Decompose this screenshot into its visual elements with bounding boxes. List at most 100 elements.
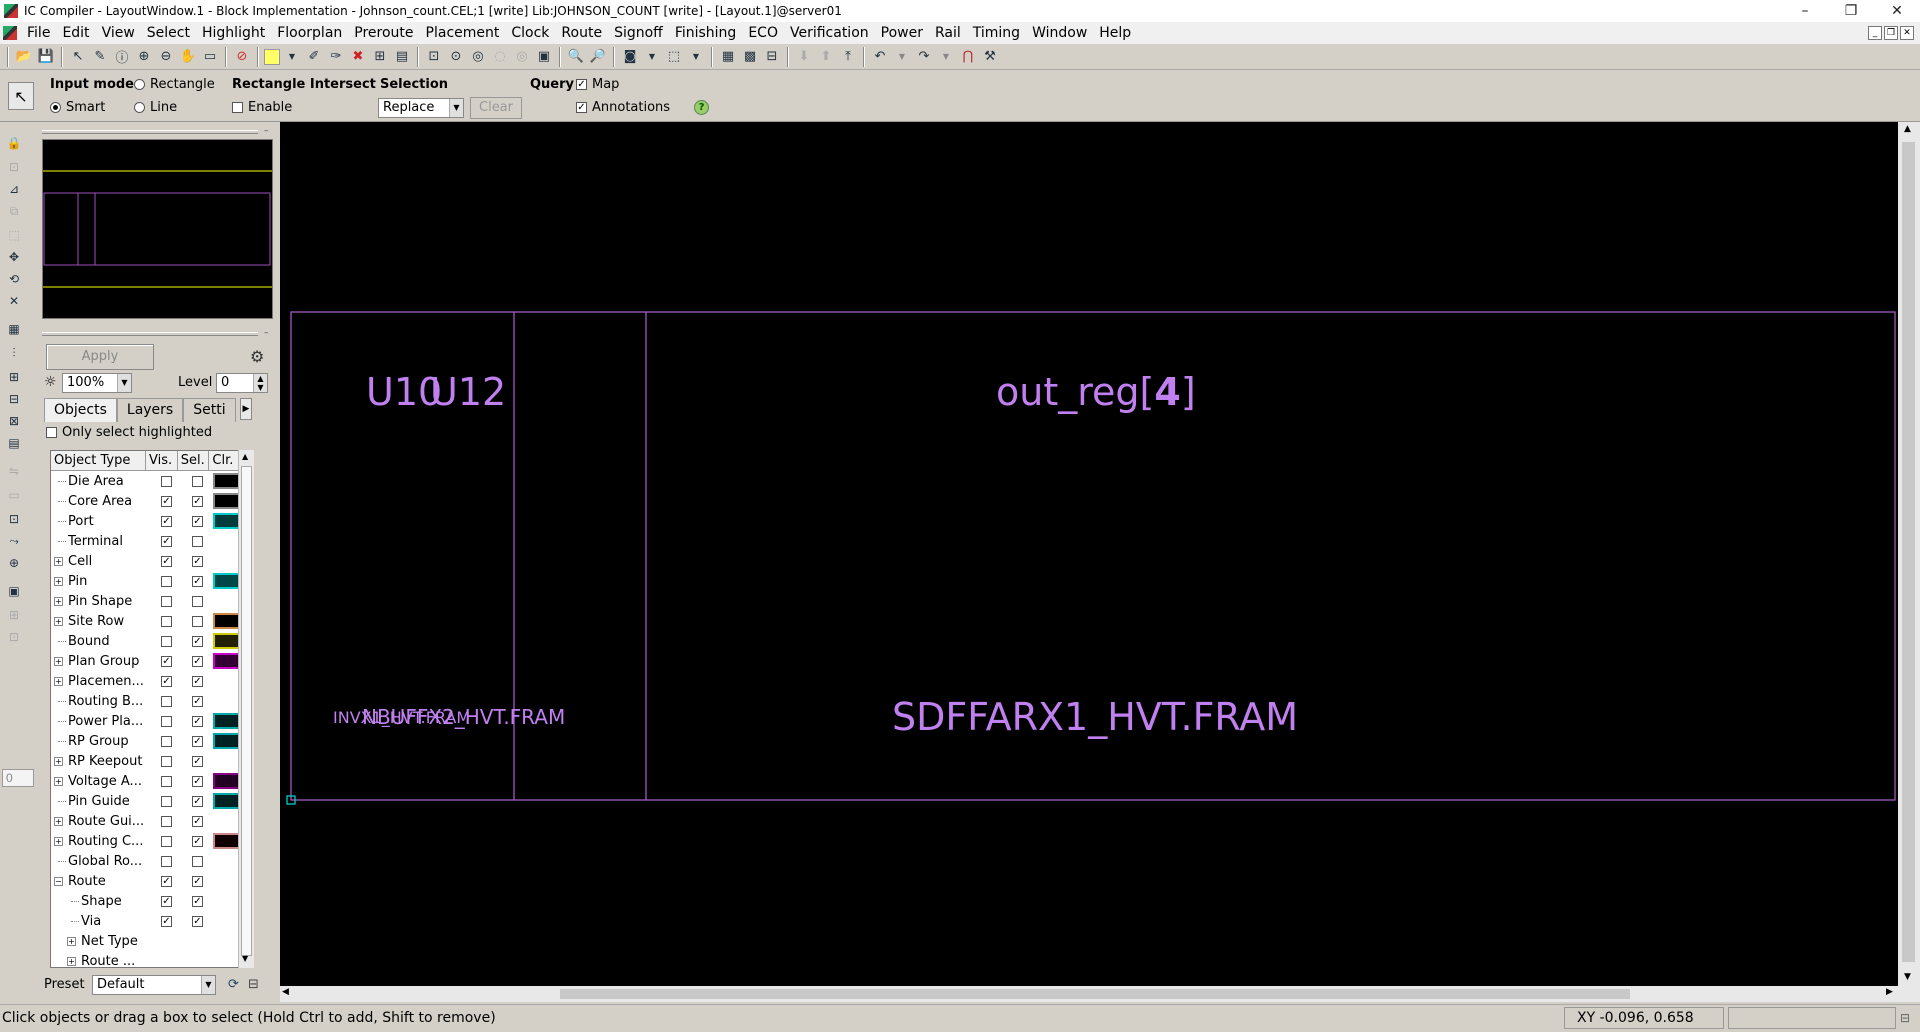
selectable-checkbox[interactable]: ✓ — [192, 655, 203, 667]
visibility-checkbox[interactable] — [161, 715, 172, 727]
expand-toggle-icon[interactable]: + — [54, 576, 63, 586]
menu-placement[interactable]: Placement — [420, 25, 506, 41]
mdi-restore-icon[interactable]: ❐ — [1884, 26, 1898, 40]
table-row[interactable]: + Cell ✓ ✓ — [51, 551, 249, 571]
preset-menu-icon[interactable]: ⊟ — [248, 977, 259, 992]
pattern-icon[interactable]: ▣ — [5, 584, 23, 602]
help-icon[interactable]: ? — [694, 100, 709, 115]
mdi-close-icon[interactable]: ✕ — [1900, 26, 1914, 40]
visibility-checkbox[interactable] — [161, 855, 172, 867]
expand-toggle-icon[interactable]: + — [54, 656, 63, 666]
table-row[interactable]: Global Ro... — [51, 851, 249, 871]
clear-button[interactable]: Clear — [470, 97, 522, 119]
visibility-checkbox[interactable]: ✓ — [161, 655, 172, 667]
status-resize-icon[interactable]: ⊟ — [1900, 1011, 1910, 1025]
table-row[interactable]: Power Pla... ✓ — [51, 711, 249, 731]
menu-edit[interactable]: Edit — [56, 25, 95, 41]
visibility-checkbox[interactable] — [161, 575, 172, 587]
view-dropdown-icon[interactable]: ▼ — [642, 47, 662, 67]
visibility-checkbox[interactable] — [161, 475, 172, 487]
canvas-vertical-scrollbar[interactable]: ▲ ▼ — [1898, 122, 1920, 986]
visibility-checkbox[interactable]: ✓ — [161, 535, 172, 547]
menu-select[interactable]: Select — [141, 25, 196, 41]
text-icon[interactable]: ⊞ — [5, 608, 23, 626]
highlight-color-icon[interactable] — [264, 48, 280, 65]
visibility-checkbox[interactable] — [161, 795, 172, 807]
table-row[interactable]: Shape ✓ ✓ — [51, 891, 249, 911]
visibility-checkbox[interactable] — [161, 735, 172, 747]
selectable-checkbox[interactable]: ✓ — [192, 715, 203, 727]
measure-icon[interactable]: ⊡ — [5, 630, 23, 648]
selectable-checkbox[interactable]: ✓ — [192, 895, 203, 907]
selectable-checkbox[interactable]: ✓ — [192, 835, 203, 847]
visibility-checkbox[interactable]: ✓ — [161, 495, 172, 507]
zoom-area-icon[interactable]: ▣ — [534, 47, 554, 67]
magnify-icon[interactable]: 🔍 — [566, 47, 586, 67]
mdi-minimize-icon[interactable]: _ — [1868, 26, 1882, 40]
select-tool-icon[interactable]: ⊿ — [5, 182, 23, 200]
table-row[interactable]: + Route Gui... ✓ — [51, 811, 249, 831]
layout-canvas[interactable]: U10 U12 out_reg[4] INVX1_HVT.FRAM NBUFFX… — [280, 122, 1898, 986]
visibility-checkbox[interactable]: ✓ — [161, 915, 172, 927]
stretch-icon[interactable]: ⬚ — [5, 228, 23, 246]
column-vis[interactable]: Vis. — [146, 451, 178, 470]
region-icon[interactable]: ⊡ — [5, 512, 23, 530]
selection-arrow-button[interactable]: ↖ — [8, 82, 34, 110]
selectable-checkbox[interactable]: ✓ — [192, 675, 203, 687]
ruler-icon[interactable]: ▭ — [200, 47, 220, 67]
selectable-checkbox[interactable] — [192, 535, 203, 547]
selectable-checkbox[interactable]: ✓ — [192, 915, 203, 927]
selectable-checkbox[interactable]: ✓ — [192, 495, 203, 507]
minimize-navigator-icon[interactable]: – — [264, 126, 269, 136]
lock-icon[interactable]: 🔒 — [5, 136, 23, 154]
preset-select[interactable]: Default ▼ — [92, 975, 216, 995]
level-input[interactable] — [2, 769, 34, 787]
tools-icon[interactable]: ⚒ — [980, 47, 1000, 67]
menu-view[interactable]: View — [96, 25, 141, 41]
expand-toggle-icon[interactable]: + — [67, 956, 76, 966]
view-settings-icon[interactable]: ◙ — [620, 47, 640, 67]
app-menu-icon[interactable] — [3, 26, 17, 40]
visibility-checkbox[interactable] — [161, 755, 172, 767]
visibility-checkbox[interactable]: ✓ — [161, 675, 172, 687]
selectable-checkbox[interactable]: ✓ — [192, 515, 203, 527]
table-row[interactable]: + Pin Shape — [51, 591, 249, 611]
minimize-objects-icon[interactable]: – — [264, 328, 269, 338]
selectable-checkbox[interactable]: ✓ — [192, 555, 203, 567]
highlight-dropdown-icon[interactable]: ▼ — [282, 47, 302, 67]
zoom-prev-icon[interactable]: ◎ — [468, 47, 488, 67]
delete-icon[interactable]: ✕ — [5, 294, 23, 312]
pan-hand-icon[interactable]: ✋ — [178, 47, 198, 67]
selectable-checkbox[interactable] — [192, 615, 203, 627]
grid-icon[interactable]: ⊞ — [370, 47, 390, 67]
canvas-horizontal-scrollbar[interactable]: ◀ ▶ — [280, 986, 1920, 1002]
redo-icon[interactable]: ↷ — [914, 47, 934, 67]
enable-checkbox[interactable]: Enable — [232, 100, 292, 115]
selection-mode-select[interactable]: Replace ▼ — [378, 98, 464, 118]
table-row[interactable]: + Site Row — [51, 611, 249, 631]
table-row[interactable]: Core Area ✓ ✓ — [51, 491, 249, 511]
selectable-checkbox[interactable]: ✓ — [192, 575, 203, 587]
flylines-icon[interactable]: ✖ — [348, 47, 368, 67]
move-top-icon[interactable]: ⤒ — [838, 47, 858, 67]
visibility-checkbox[interactable] — [161, 615, 172, 627]
table-row[interactable]: + Routing C... ✓ — [51, 831, 249, 851]
menu-clock[interactable]: Clock — [505, 25, 555, 41]
table-row[interactable]: + Placemen... ✓ ✓ — [51, 671, 249, 691]
visibility-checkbox[interactable] — [161, 815, 172, 827]
menu-eco[interactable]: ECO — [742, 25, 784, 41]
menu-rail[interactable]: Rail — [929, 25, 967, 41]
only-select-highlighted-checkbox[interactable]: Only select highlighted — [46, 425, 212, 440]
table-row[interactable]: Via ✓ ✓ — [51, 911, 249, 931]
canvas-vscroll-thumb[interactable] — [1902, 142, 1915, 962]
menu-floorplan[interactable]: Floorplan — [271, 25, 348, 41]
menu-preroute[interactable]: Preroute — [348, 25, 419, 41]
table-row[interactable]: Port ✓ ✓ — [51, 511, 249, 531]
expand-toggle-icon[interactable]: + — [54, 836, 63, 846]
selectable-checkbox[interactable]: ✓ — [192, 815, 203, 827]
table-row[interactable]: Terminal ✓ — [51, 531, 249, 551]
table-row[interactable]: + Plan Group ✓ ✓ — [51, 651, 249, 671]
line-radio[interactable]: Line — [134, 100, 177, 115]
menu-verification[interactable]: Verification — [784, 25, 875, 41]
info-icon[interactable]: ⓘ — [112, 47, 132, 67]
